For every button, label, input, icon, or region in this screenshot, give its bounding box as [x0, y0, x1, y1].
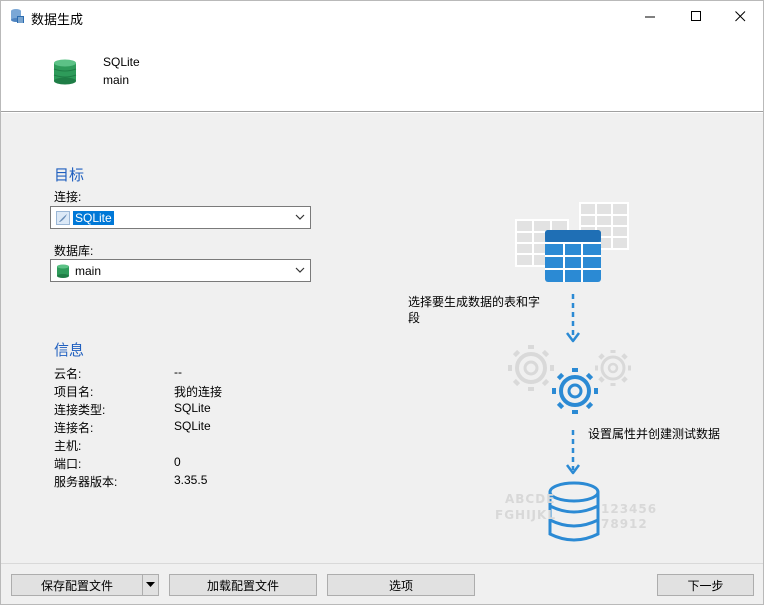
- table-grid-icon: [545, 230, 601, 282]
- step1-caption-line2: 段: [408, 311, 421, 325]
- database-label: 数据库:: [54, 244, 94, 258]
- info-value-server-version: 3.35.5: [174, 473, 208, 487]
- step1-caption-line1: 选择要生成数据的表和字: [408, 295, 541, 309]
- database-selected-value: main: [75, 263, 102, 278]
- connection-label: 连接:: [54, 190, 82, 204]
- next-button[interactable]: 下一步: [657, 574, 754, 596]
- step2-caption: 设置属性并创建测试数据: [588, 427, 721, 441]
- database-combobox[interactable]: main: [50, 259, 311, 282]
- connection-selected-value: SQLite: [73, 210, 114, 225]
- sqlite-feather-icon: [56, 210, 70, 225]
- info-label-host: 主机:: [54, 439, 82, 453]
- app-icon: [11, 9, 24, 23]
- header-connection-name: SQLite: [103, 55, 140, 69]
- info-value-connection-type: SQLite: [174, 401, 211, 415]
- connection-combobox[interactable]: SQLite: [50, 206, 311, 229]
- deco-numbers-2: 78912: [601, 517, 648, 531]
- chevron-down-icon: [295, 267, 305, 273]
- info-label-project: 项目名:: [54, 385, 94, 399]
- info-value-project: 我的连接: [174, 385, 223, 399]
- minimize-icon: [644, 16, 655, 18]
- header-database-name: main: [103, 73, 130, 87]
- info-label-port: 端口:: [54, 457, 82, 471]
- dropdown-triangle-icon: [146, 582, 155, 587]
- title-bar: 数据生成: [1, 1, 763, 32]
- database-icon: [57, 264, 69, 278]
- dashed-arrow-icon: [566, 294, 580, 343]
- database-icon: [53, 59, 77, 85]
- info-label-connection-type: 连接类型:: [54, 403, 106, 417]
- info-label-cloud: 云名:: [54, 367, 82, 381]
- info-value-cloud: --: [174, 365, 182, 379]
- save-config-button[interactable]: 保存配置文件: [11, 574, 143, 596]
- close-button[interactable]: [717, 1, 763, 32]
- info-label-connection-name: 连接名:: [54, 421, 94, 435]
- maximize-button[interactable]: [673, 1, 719, 32]
- deco-letters-2: FGHIJKL: [495, 508, 556, 522]
- info-value-port: 0: [174, 455, 181, 469]
- content-area: 目标 连接: SQLite 数据库: main 信息 云名: -- 项目名: 我…: [1, 113, 763, 563]
- deco-numbers-1: 123456: [601, 502, 657, 516]
- bottom-button-bar: 保存配置文件 加载配置文件 选项 下一步: [1, 563, 763, 604]
- save-config-label: 保存配置文件: [40, 578, 113, 593]
- deco-letters-1: ABCDE: [505, 492, 555, 506]
- minimize-button[interactable]: [627, 1, 673, 32]
- chevron-down-icon: [295, 214, 305, 220]
- save-config-dropdown-button[interactable]: [142, 574, 159, 596]
- load-config-button[interactable]: 加载配置文件: [169, 574, 317, 596]
- next-label: 下一步: [687, 578, 724, 593]
- data-generation-window: 数据生成 SQLite main 目标 连接: SQLite 数据库: main…: [0, 0, 764, 605]
- window-title: 数据生成: [31, 12, 84, 27]
- info-value-connection-name: SQLite: [174, 419, 211, 433]
- dashed-arrow-icon: [566, 430, 580, 475]
- info-label-server-version: 服务器版本:: [54, 475, 118, 489]
- info-section-title: 信息: [54, 342, 85, 359]
- header-band: SQLite main: [1, 32, 763, 112]
- options-button[interactable]: 选项: [327, 574, 475, 596]
- load-config-label: 加载配置文件: [206, 578, 279, 593]
- options-label: 选项: [388, 578, 413, 593]
- close-icon: [734, 11, 745, 22]
- gears-icon: [508, 345, 631, 414]
- decorative-characters: ABCDE FGHIJKL 123456 78912: [495, 492, 657, 531]
- target-section-title: 目标: [54, 167, 85, 184]
- maximize-icon: [690, 11, 701, 21]
